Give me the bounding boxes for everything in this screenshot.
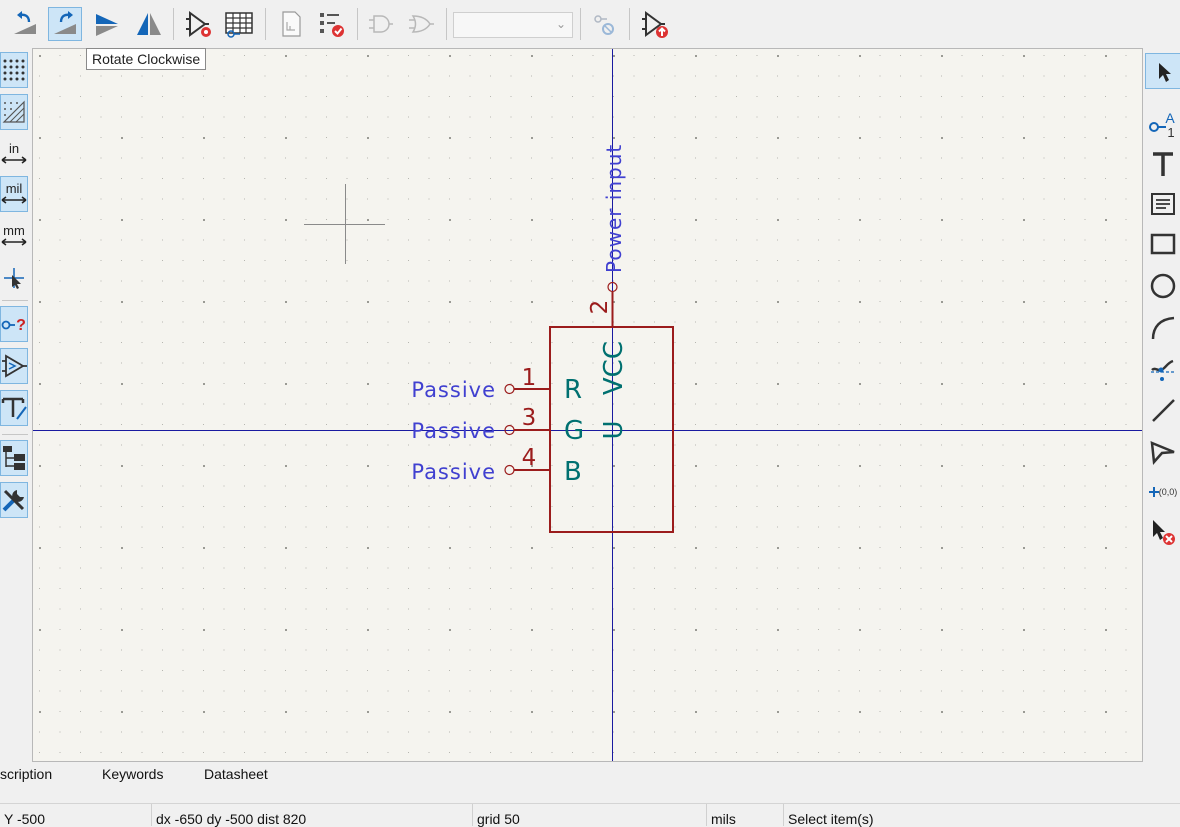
pin-name: R	[564, 375, 582, 405]
symbol-properties-icon[interactable]	[182, 7, 216, 41]
pin-electrical-type: Passive	[411, 419, 496, 443]
status-bar: Y -500 dx -650 dy -500 dist 820 grid 50 …	[0, 803, 1180, 827]
units-mm-icon[interactable]: mm	[0, 218, 28, 254]
right-toolbar: A1 (0,0)	[1143, 48, 1180, 762]
svg-text:A: A	[1165, 110, 1175, 126]
add-text-icon[interactable]	[1145, 146, 1180, 182]
svg-text:(0,0): (0,0)	[1159, 487, 1178, 497]
units-mil-icon[interactable]: mil	[0, 176, 28, 212]
select-icon[interactable]	[1145, 53, 1180, 89]
show-pin-electrical-types-icon[interactable]	[0, 348, 28, 384]
unit-label: mil	[6, 181, 23, 196]
datasheet-icon[interactable]	[274, 7, 308, 41]
chevron-down-icon: ⌄	[555, 17, 566, 31]
unit-selector[interactable]: ⌄	[453, 12, 573, 38]
add-circle-icon[interactable]	[1145, 268, 1180, 304]
main-toolbar: ⌄	[0, 0, 1180, 48]
mirror-horizontal-icon[interactable]	[90, 7, 124, 41]
tooltip: Rotate Clockwise	[86, 48, 207, 70]
symbol-editor-canvas[interactable]: 2 Power input VCC U 1 Passive R 3 Passiv…	[32, 48, 1143, 762]
library-columns: scription Keywords Datasheet	[0, 762, 1180, 802]
column-header-keywords[interactable]: Keywords	[102, 766, 163, 782]
units-inch-icon[interactable]: in	[0, 136, 28, 172]
svg-text:1: 1	[1167, 125, 1174, 139]
pin-sync-icon[interactable]	[588, 7, 622, 41]
add-textbox-icon[interactable]	[1145, 186, 1180, 222]
set-anchor-icon[interactable]: (0,0)	[1145, 474, 1180, 510]
pin-electrical-type: Passive	[411, 378, 496, 402]
cursor-full-crosshair-icon[interactable]	[0, 260, 28, 296]
grid-overrides-icon[interactable]	[0, 94, 28, 130]
rotate-cw-icon[interactable]	[48, 7, 82, 41]
pin-number: 4	[522, 445, 537, 471]
pin-number: 2	[587, 300, 613, 315]
pin-name: VCC	[599, 341, 629, 395]
unit-label: mm	[3, 223, 25, 238]
symbol-checker-icon[interactable]	[314, 7, 348, 41]
hidden-fields-icon[interactable]	[0, 390, 28, 426]
add-polygon-icon[interactable]	[1145, 434, 1180, 470]
reference-designator: U	[599, 420, 629, 439]
column-header-datasheet[interactable]: Datasheet	[204, 766, 268, 782]
add-bezier-icon[interactable]	[1145, 352, 1180, 388]
rotate-ccw-icon[interactable]	[8, 7, 42, 41]
show-pin-types-icon[interactable]: ?	[0, 306, 28, 342]
update-symbol-icon[interactable]	[638, 7, 672, 41]
add-arc-icon[interactable]	[1145, 310, 1180, 346]
add-line-icon[interactable]	[1145, 392, 1180, 428]
pin-name: B	[564, 457, 582, 487]
pin-number: 3	[522, 405, 537, 431]
left-toolbar: in mil mm ?	[0, 48, 32, 762]
and-gate-icon[interactable]	[364, 7, 398, 41]
hierarchy-panel-icon[interactable]	[0, 440, 28, 476]
svg-text:?: ?	[16, 317, 26, 334]
add-pin-icon[interactable]: A1	[1145, 106, 1180, 142]
mirror-vertical-icon[interactable]	[132, 7, 166, 41]
delete-icon[interactable]	[1145, 514, 1180, 550]
pin-number: 1	[522, 365, 537, 391]
pin-name: G	[564, 416, 584, 446]
grid-dots-icon[interactable]	[0, 52, 28, 88]
pin-table-icon[interactable]	[222, 7, 256, 41]
or-gate-icon[interactable]	[404, 7, 438, 41]
unit-label: in	[9, 141, 19, 156]
pin-electrical-type: Power input	[602, 144, 626, 273]
add-rectangle-icon[interactable]	[1145, 226, 1180, 262]
properties-panel-icon[interactable]	[0, 482, 28, 518]
column-header-description[interactable]: scription	[0, 766, 52, 782]
pin-electrical-type: Passive	[411, 460, 496, 484]
